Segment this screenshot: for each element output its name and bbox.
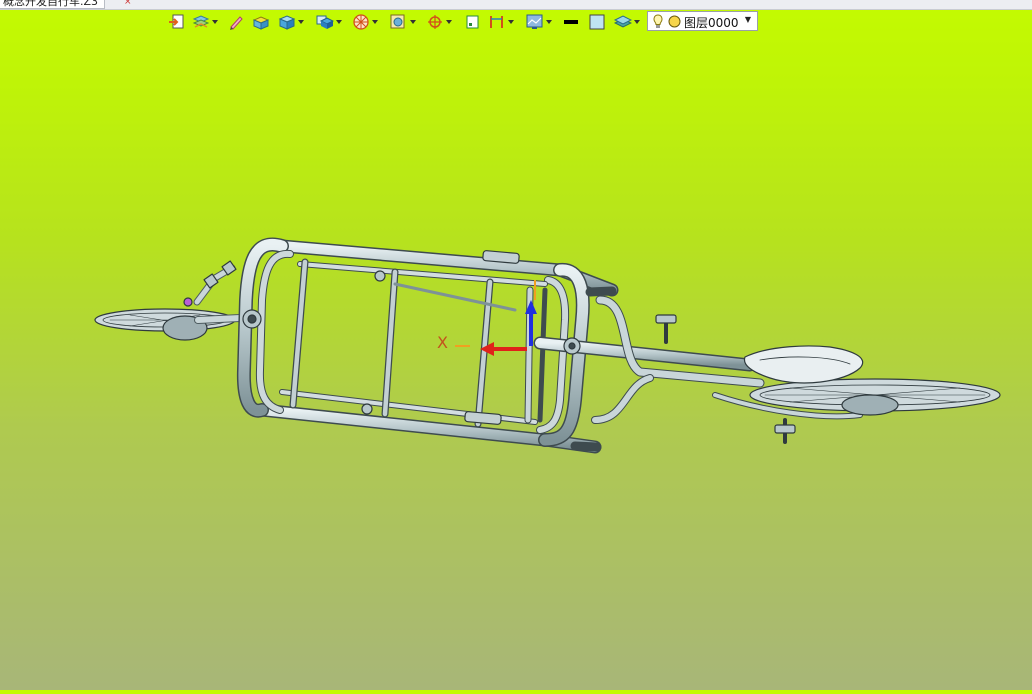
small-view-icon — [466, 15, 479, 29]
render-sphere-icon — [353, 14, 369, 30]
solid-box-icon — [278, 15, 296, 30]
measure-dropdown-icon[interactable] — [508, 20, 514, 24]
import-icon — [169, 14, 184, 29]
snap-point-icon — [428, 15, 442, 29]
measure-icon — [490, 16, 503, 28]
solid-box-button[interactable] — [274, 10, 304, 34]
shaded-view-button[interactable] — [312, 10, 342, 34]
x-axis-label: X — [437, 333, 448, 352]
tab-close-icon[interactable]: × — [124, 0, 132, 7]
screen-capture-icon — [526, 14, 543, 29]
layer-manager-button[interactable] — [610, 10, 640, 34]
display-filter-icon — [390, 14, 405, 29]
render-button[interactable] — [348, 10, 378, 34]
layer-dropdown-icon[interactable]: ▼ — [745, 15, 751, 24]
render-dropdown-icon[interactable] — [372, 20, 378, 24]
snap-button[interactable] — [422, 10, 452, 34]
current-layer-label: 图层0000 — [684, 16, 739, 30]
shaded-view-dropdown-icon[interactable] — [336, 20, 342, 24]
document-tab-strip: 概念开发自行车.Z3 × — [0, 0, 1032, 10]
layer-stack-icon — [614, 15, 632, 28]
pencil-icon — [230, 16, 243, 30]
layer-color-icon[interactable] — [668, 15, 681, 28]
snap-dropdown-icon[interactable] — [446, 20, 452, 24]
axis-gizmo — [455, 280, 537, 356]
fill-color-swatch — [589, 14, 605, 30]
document-tab-label: 概念开发自行车.Z3 — [3, 0, 99, 8]
screen-capture-dropdown-icon[interactable] — [546, 20, 552, 24]
bike-frame-model[interactable] — [0, 36, 1032, 690]
display-filter-button[interactable] — [386, 10, 416, 34]
measure-button[interactable] — [484, 10, 514, 34]
screen-capture-button[interactable] — [522, 10, 552, 34]
3d-viewport[interactable]: X — [0, 36, 1032, 690]
saddle — [743, 345, 864, 384]
display-filter-dropdown-icon[interactable] — [410, 20, 416, 24]
shaded-view-icon — [316, 15, 334, 29]
solid-box-dropdown-icon[interactable] — [298, 20, 304, 24]
layers-tool-icon — [192, 15, 210, 28]
layers-tool-button[interactable] — [188, 10, 218, 34]
document-tab[interactable]: 概念开发自行车.Z3 — [0, 0, 106, 9]
line-color-swatch — [564, 20, 578, 24]
layers-tool-dropdown-icon[interactable] — [212, 20, 218, 24]
lightbulb-icon[interactable] — [653, 14, 663, 29]
extrude-icon — [252, 16, 270, 30]
layer-select[interactable]: 图层0000 ▼ — [647, 11, 758, 31]
layer-manager-dropdown-icon[interactable] — [634, 20, 640, 24]
